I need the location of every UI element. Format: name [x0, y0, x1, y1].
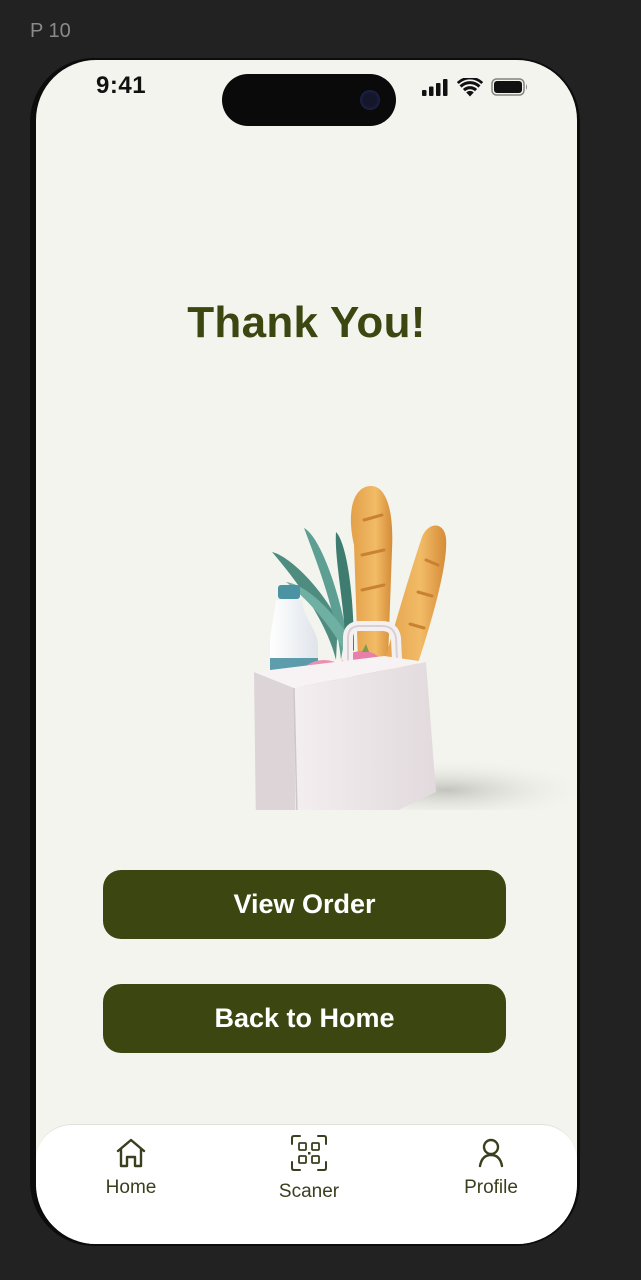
profile-icon — [478, 1138, 504, 1168]
tab-scaner[interactable]: Scaner — [269, 1133, 349, 1203]
tab-scaner-label: Scaner — [278, 1181, 340, 1202]
signal-icon — [422, 79, 448, 96]
tab-home[interactable]: Home — [96, 1137, 166, 1199]
tab-profile[interactable]: Profile — [456, 1137, 526, 1199]
page-title: Thank You! — [187, 298, 426, 347]
grocery-bag-illustration — [254, 486, 577, 810]
status-time: 9:41 — [96, 72, 147, 99]
tab-profile-label: Profile — [464, 1177, 518, 1198]
phone-frame: 9:41 Thank You! View Order Back to Home … — [30, 58, 580, 1246]
bottom-tab-bar: Home Scaner Profile — [36, 1124, 577, 1244]
tab-home-label: Home — [105, 1177, 157, 1198]
app-screen: 9:41 Thank You! View Order Back to Home … — [36, 60, 577, 1244]
back-to-home-button[interactable]: Back to Home — [103, 984, 506, 1053]
qr-scan-icon — [291, 1135, 327, 1171]
view-order-button[interactable]: View Order — [103, 870, 506, 939]
battery-icon — [491, 78, 527, 96]
camera-icon — [360, 90, 380, 110]
status-icons — [421, 77, 529, 97]
wifi-icon — [457, 77, 483, 96]
home-icon — [116, 1138, 146, 1168]
dynamic-island — [222, 74, 396, 126]
frame-label: P 10 — [30, 20, 71, 42]
